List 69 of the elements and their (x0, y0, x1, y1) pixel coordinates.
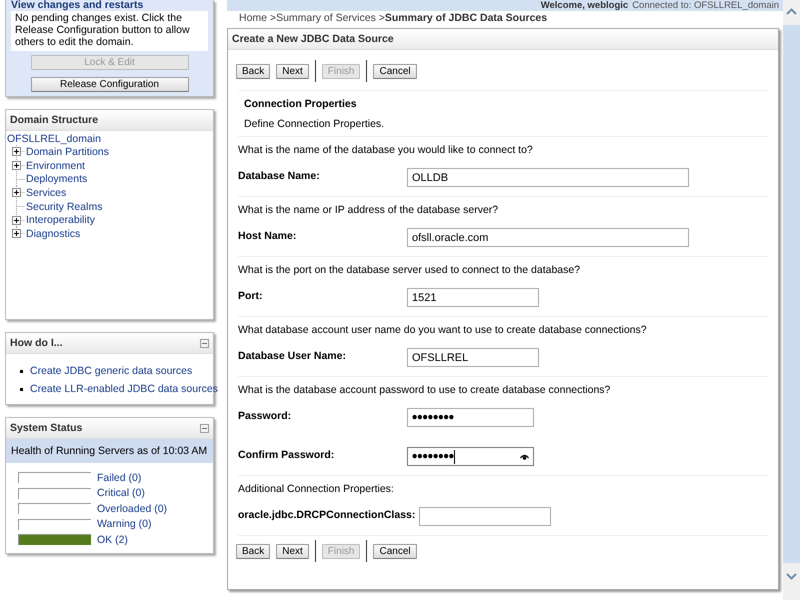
question-text: What is the name or IP address of the database server? (238, 203, 500, 216)
collapse-icon[interactable] (200, 338, 209, 348)
eye-icon[interactable] (520, 454, 529, 460)
button[interactable]: Cancel (373, 64, 417, 78)
tree-item[interactable]: Diagnostics (26, 228, 80, 240)
collapse-icon[interactable] (200, 424, 209, 432)
connection-text: Connected to: OFSLLREL_domain (632, 0, 779, 11)
input-field[interactable]: OFSLLREL (407, 348, 539, 367)
button[interactable]: Next (276, 64, 309, 78)
tree-item[interactable]: Deployments (26, 173, 88, 186)
tree-root-link[interactable]: OFSLLREL_domain (6, 133, 101, 145)
help-link[interactable]: Create LLR-enabled JDBC data sources (30, 383, 218, 395)
tree-item[interactable]: Environment (26, 160, 85, 172)
tree-item[interactable]: Interoperability (26, 214, 95, 226)
card-title: Create a New JDBC Data Source (228, 29, 778, 50)
scrollbar-thumb[interactable] (783, 25, 800, 563)
expand-icon[interactable] (12, 186, 26, 200)
scroll-up-icon[interactable] (786, 8, 797, 15)
status-link[interactable]: Warning (0) (97, 518, 152, 530)
input-field[interactable]: •••••••• (407, 447, 534, 466)
field-label: Port: (238, 289, 264, 302)
section-title: Connection Properties (243, 97, 358, 112)
field-label: Confirm Password: (238, 448, 336, 461)
field-label: Database Name: (238, 169, 321, 182)
button[interactable]: Back (236, 544, 270, 558)
section-description: Define Connection Properties. (243, 117, 386, 132)
field-label: Database User Name: (238, 349, 347, 362)
question-text: What is the database account password to use to create database connections? (238, 383, 612, 396)
question-text: What is the port on the database server used to connect to the database? (238, 263, 582, 276)
field-label: oracle.jdbc.DRCPConnectionClass: (238, 508, 416, 521)
status-link[interactable]: Overloaded (0) (97, 502, 168, 515)
expand-icon[interactable] (12, 227, 26, 240)
input-field[interactable]: 1521 (407, 288, 539, 307)
input-field[interactable]: ofsll.oracle.com (407, 228, 689, 247)
button[interactable]: Release Configuration (30, 77, 188, 92)
panel-title: System Status (10, 422, 82, 434)
bullet-icon (20, 388, 23, 390)
scroll-down-icon[interactable] (786, 573, 797, 580)
question-text: What is the name of the database you would like to connect to? (238, 143, 534, 156)
input-field[interactable]: OLLDB (407, 168, 689, 187)
welcome-text: Welcome, weblogic (540, 0, 628, 11)
status-subtitle: Health of Running Servers as of 10:03 AM (6, 439, 213, 463)
breadcrumb-link[interactable]: Summary of JDBC Data Sources (384, 12, 548, 25)
status-link[interactable]: Failed (0) (97, 472, 142, 484)
button[interactable]: Back (236, 64, 270, 78)
status-link[interactable]: OK (2) (97, 534, 128, 546)
help-link[interactable]: Create JDBC generic data sources (30, 365, 192, 377)
panel-title: View changes and restarts (11, 0, 144, 11)
expand-icon[interactable] (12, 214, 26, 227)
question-text: Additional Connection Properties: (238, 482, 395, 495)
tree-item[interactable]: Security Realms (26, 200, 102, 213)
button[interactable]: Cancel (373, 544, 417, 558)
input-field[interactable]: •••••••• (407, 408, 534, 427)
button[interactable]: Next (276, 544, 309, 558)
input-field[interactable] (419, 507, 552, 526)
status-link[interactable]: Critical (0) (97, 487, 145, 500)
panel-title: Domain Structure (10, 114, 98, 126)
message-text: No pending changes exist. Click the Release Configuration button to allow others to edit the domain. (11, 11, 208, 51)
bullet-icon (20, 370, 23, 372)
expand-icon[interactable] (12, 145, 26, 158)
breadcrumb-link[interactable]: Summary of Services > (276, 12, 385, 25)
panel-title: How do I... (10, 337, 62, 349)
breadcrumb-link[interactable]: Home > (239, 12, 276, 25)
question-text: What database account user name do you want to use to create database connections? (238, 323, 648, 336)
field-label: Host Name: (238, 229, 298, 242)
tree-item[interactable]: Services (26, 186, 66, 199)
field-label: Password: (238, 409, 292, 422)
tree-item[interactable]: Domain Partitions (26, 146, 109, 158)
expand-icon[interactable] (12, 159, 26, 172)
